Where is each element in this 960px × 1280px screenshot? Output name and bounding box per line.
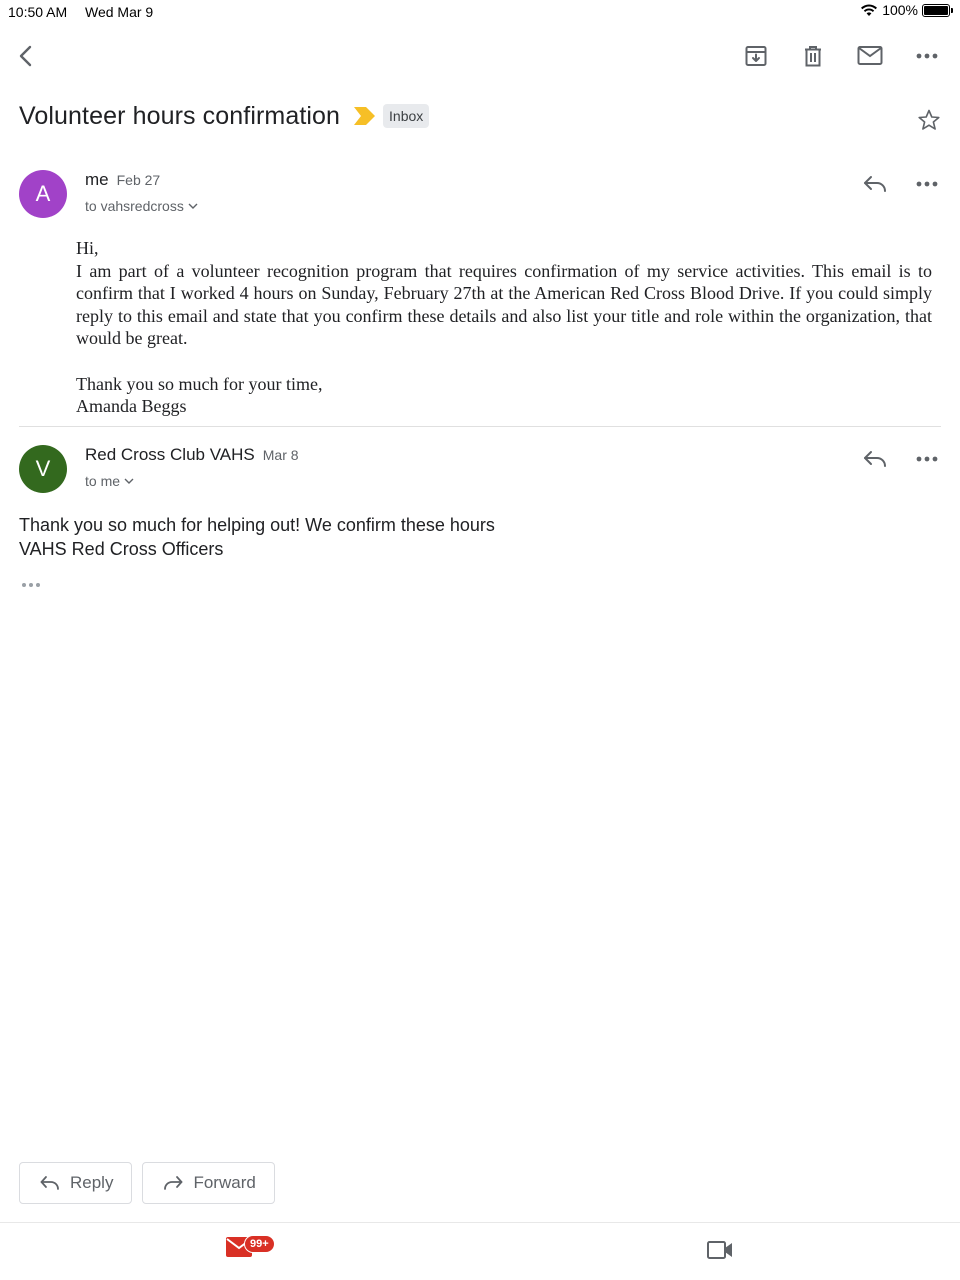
reply-icon [864,176,886,192]
mail-icon [857,46,883,65]
forward-icon [164,1176,183,1190]
unread-count-badge: 99+ [244,1235,275,1253]
message-date: Mar 8 [262,447,299,463]
body-line: VAHS Red Cross Officers [19,539,224,559]
top-toolbar [0,36,960,80]
chevron-down-icon [188,203,198,209]
chevron-left-icon [19,45,32,67]
meet-tab[interactable] [707,1241,733,1264]
reply-icon [40,1176,59,1190]
recipient-text: to me [85,473,121,489]
sender-line: Red Cross Club VAHS Mar 8 [85,445,299,465]
star-icon[interactable] [917,108,941,132]
avatar[interactable]: V [19,445,67,493]
status-bar: 10:50 AM Wed Mar 9 100% [0,0,960,24]
battery-percent: 100% [882,2,918,18]
message-body: Hi, I am part of a volunteer recognition… [76,237,932,418]
show-trimmed-content-button[interactable] [20,576,42,594]
more-horizontal-icon [916,181,938,187]
more-horizontal-icon [916,53,938,59]
wifi-icon [861,4,878,16]
message-date: Feb 27 [116,172,161,188]
message-body: Thank you so much for helping out! We co… [19,513,495,561]
video-camera-icon [707,1241,732,1259]
chevron-down-icon [124,478,134,484]
reply-forward-actions: Reply Forward [19,1162,275,1204]
recipient-details-toggle[interactable]: to me [85,473,134,489]
forward-label: Forward [193,1173,256,1192]
bottom-navigation: 99+ [0,1222,960,1280]
greeting: Hi, [76,238,99,258]
more-horizontal-icon [916,456,938,462]
email-subject: Volunteer hours confirmation [19,101,341,130]
reply-icon-button[interactable] [855,164,895,204]
status-date: Wed Mar 9 [85,4,154,20]
signature: Amanda Beggs [76,396,187,417]
reply-button[interactable]: Reply [19,1162,133,1204]
message-more-button[interactable] [907,164,947,204]
important-marker-icon[interactable] [354,107,376,125]
reply-label: Reply [70,1173,114,1192]
sender-name: me [85,170,109,189]
reply-icon [864,451,886,467]
recipient-details-toggle[interactable]: to vahsredcross [85,198,198,214]
body-line: Thank you so much for helping out! We co… [19,515,495,535]
archive-icon [745,46,767,66]
mark-unread-button[interactable] [850,36,890,76]
recipient-text: to vahsredcross [85,198,184,214]
closing-line: Thank you so much for your time, [76,373,323,394]
message-more-button[interactable] [907,439,947,479]
back-button[interactable] [6,36,46,76]
sender-line: me Feb 27 [85,170,160,190]
more-horizontal-icon [22,583,40,587]
avatar[interactable]: A [19,170,67,218]
reply-icon-button[interactable] [855,439,895,479]
trash-icon [805,46,821,67]
sender-name: Red Cross Club VAHS [85,445,255,464]
forward-button[interactable]: Forward [142,1162,275,1204]
more-options-button[interactable] [907,36,947,76]
status-time: 10:50 AM [8,4,68,20]
subject-row: Volunteer hours confirmation Inbox [19,96,941,136]
status-right: 100% [860,2,953,18]
message-divider [19,426,941,427]
inbox-label-badge[interactable]: Inbox [383,104,430,128]
archive-button[interactable] [736,36,776,76]
delete-button[interactable] [793,36,833,76]
body-paragraph: I am part of a volunteer recognition pro… [76,260,932,349]
battery-icon [922,3,953,17]
